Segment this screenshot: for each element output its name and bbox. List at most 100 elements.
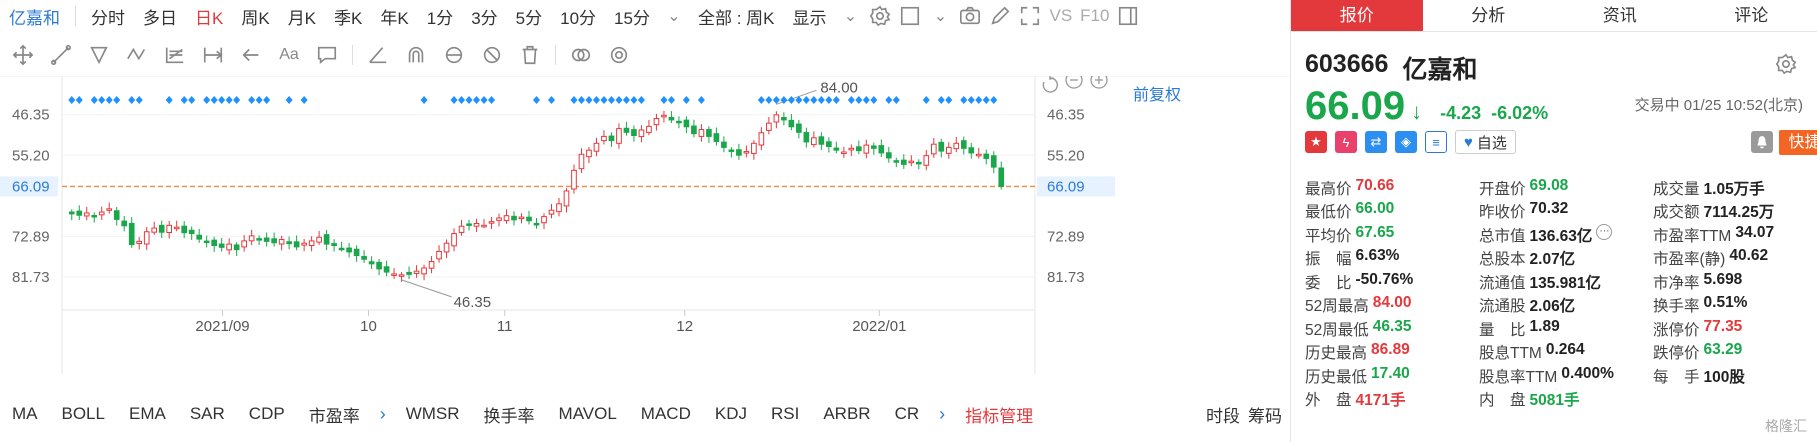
signal-marker[interactable] (458, 96, 466, 104)
angle-icon[interactable] (359, 41, 397, 69)
indicator-rsi[interactable]: RSI (759, 404, 811, 424)
candle-body[interactable] (601, 135, 607, 142)
reset-icon[interactable] (1042, 76, 1058, 93)
vs-button[interactable]: VS (1045, 6, 1076, 26)
signal-marker[interactable] (98, 96, 106, 104)
candle-body[interactable] (203, 240, 210, 244)
signal-marker[interactable] (135, 96, 143, 104)
chevron-down-icon[interactable]: ⌄ (925, 2, 955, 30)
candle-body[interactable] (975, 153, 982, 157)
signal-marker[interactable] (255, 96, 263, 104)
candle-body[interactable] (788, 119, 795, 128)
kline-svg[interactable]: 81.73 81.73 72.89 72.89 66.09 66.09 55.20 55.20… (0, 76, 1290, 374)
candle-body[interactable] (473, 223, 480, 227)
candle-body[interactable] (758, 132, 765, 146)
candle-body[interactable] (646, 125, 652, 133)
candle-body[interactable] (885, 152, 892, 159)
candle-body[interactable] (796, 123, 802, 133)
tab-comments[interactable]: 评论 (1686, 0, 1817, 31)
candle-body[interactable] (76, 210, 83, 216)
note-icon[interactable]: ≡ (1425, 131, 1447, 153)
candle-body[interactable] (136, 240, 143, 244)
compare-icon[interactable] (562, 41, 600, 69)
candle-body[interactable] (571, 169, 577, 190)
candle-body[interactable] (376, 261, 382, 270)
indicator-cr[interactable]: CR (883, 404, 932, 424)
candle-body[interactable] (316, 236, 322, 243)
visibility-icon[interactable] (435, 41, 473, 69)
candle-body[interactable] (113, 210, 120, 220)
line-segment-icon[interactable] (42, 41, 80, 69)
signal-marker[interactable] (667, 96, 675, 104)
candle-body[interactable] (923, 155, 930, 166)
candle-body[interactable] (121, 220, 128, 227)
candle-body[interactable] (398, 274, 405, 277)
candle-body[interactable] (803, 132, 810, 143)
candle-body[interactable] (960, 140, 967, 149)
candle-body[interactable] (361, 255, 367, 260)
signal-marker[interactable] (660, 96, 668, 104)
candle-body[interactable] (766, 122, 772, 131)
candle-body[interactable] (608, 135, 615, 142)
candle-body[interactable] (541, 216, 547, 224)
candle-body[interactable] (173, 226, 180, 230)
candle-body[interactable] (496, 217, 502, 221)
wave-icon[interactable] (118, 41, 156, 69)
tab-5min[interactable]: 5分 (507, 4, 551, 29)
signal-marker[interactable] (945, 96, 953, 104)
signal-marker[interactable] (165, 96, 173, 104)
candle-body[interactable] (683, 119, 690, 128)
candle-body[interactable] (338, 247, 345, 251)
candle-body[interactable] (900, 159, 907, 165)
candle-body[interactable] (998, 167, 1005, 187)
gear-icon[interactable] (1771, 50, 1801, 78)
chips-button[interactable]: 筹码 (1248, 402, 1282, 427)
indicator-turnover[interactable]: 换手率 (472, 402, 547, 427)
candle-body[interactable] (668, 117, 675, 121)
signal-marker[interactable] (967, 96, 975, 104)
signal-marker[interactable] (765, 96, 773, 104)
candle-body[interactable] (248, 235, 255, 242)
signal-marker[interactable] (892, 96, 900, 104)
candle-body[interactable] (638, 129, 645, 138)
f10-button[interactable]: F10 (1076, 6, 1113, 26)
adjust-select[interactable]: 前复权 (1133, 81, 1181, 105)
candle-body[interactable] (811, 137, 817, 146)
candle-body[interactable] (91, 215, 98, 218)
zoom-out-icon[interactable] (1065, 76, 1083, 89)
candle-body[interactable] (736, 149, 742, 156)
move-cross-icon[interactable] (4, 41, 42, 69)
candle-body[interactable] (428, 261, 435, 269)
candle-body[interactable] (406, 271, 412, 275)
signal-marker[interactable] (847, 96, 855, 104)
signal-marker[interactable] (585, 96, 593, 104)
tab-news[interactable]: 资讯 (1554, 0, 1686, 31)
signal-marker[interactable] (870, 96, 878, 104)
fullscreen-icon[interactable] (1015, 2, 1045, 30)
candle-body[interactable] (631, 129, 637, 136)
arrow-left-icon[interactable] (232, 41, 270, 69)
tab-intraday[interactable]: 分时 (82, 4, 134, 29)
candle-body[interactable] (593, 142, 600, 152)
chevron-down-icon[interactable]: ⌄ (659, 2, 689, 30)
signal-marker[interactable] (592, 96, 600, 104)
signal-marker[interactable] (577, 96, 585, 104)
signal-marker[interactable] (90, 96, 98, 104)
candle-body[interactable] (293, 241, 300, 248)
candle-body[interactable] (353, 248, 360, 257)
candle-body[interactable] (533, 222, 540, 226)
signal-marker[interactable] (188, 96, 196, 104)
candle-body[interactable] (158, 224, 165, 233)
candle-body[interactable] (706, 129, 712, 137)
pencil-icon[interactable] (985, 2, 1015, 30)
chevron-right-icon[interactable]: › (372, 404, 394, 425)
signal-marker[interactable] (810, 96, 818, 104)
signal-marker[interactable] (300, 96, 308, 104)
signal-marker[interactable] (607, 96, 615, 104)
candle-body[interactable] (818, 136, 825, 145)
hide-icon[interactable] (473, 41, 511, 69)
signal-marker[interactable] (787, 96, 795, 104)
candle-body[interactable] (930, 143, 937, 155)
signal-marker[interactable] (990, 96, 998, 104)
candle-body[interactable] (128, 222, 135, 246)
